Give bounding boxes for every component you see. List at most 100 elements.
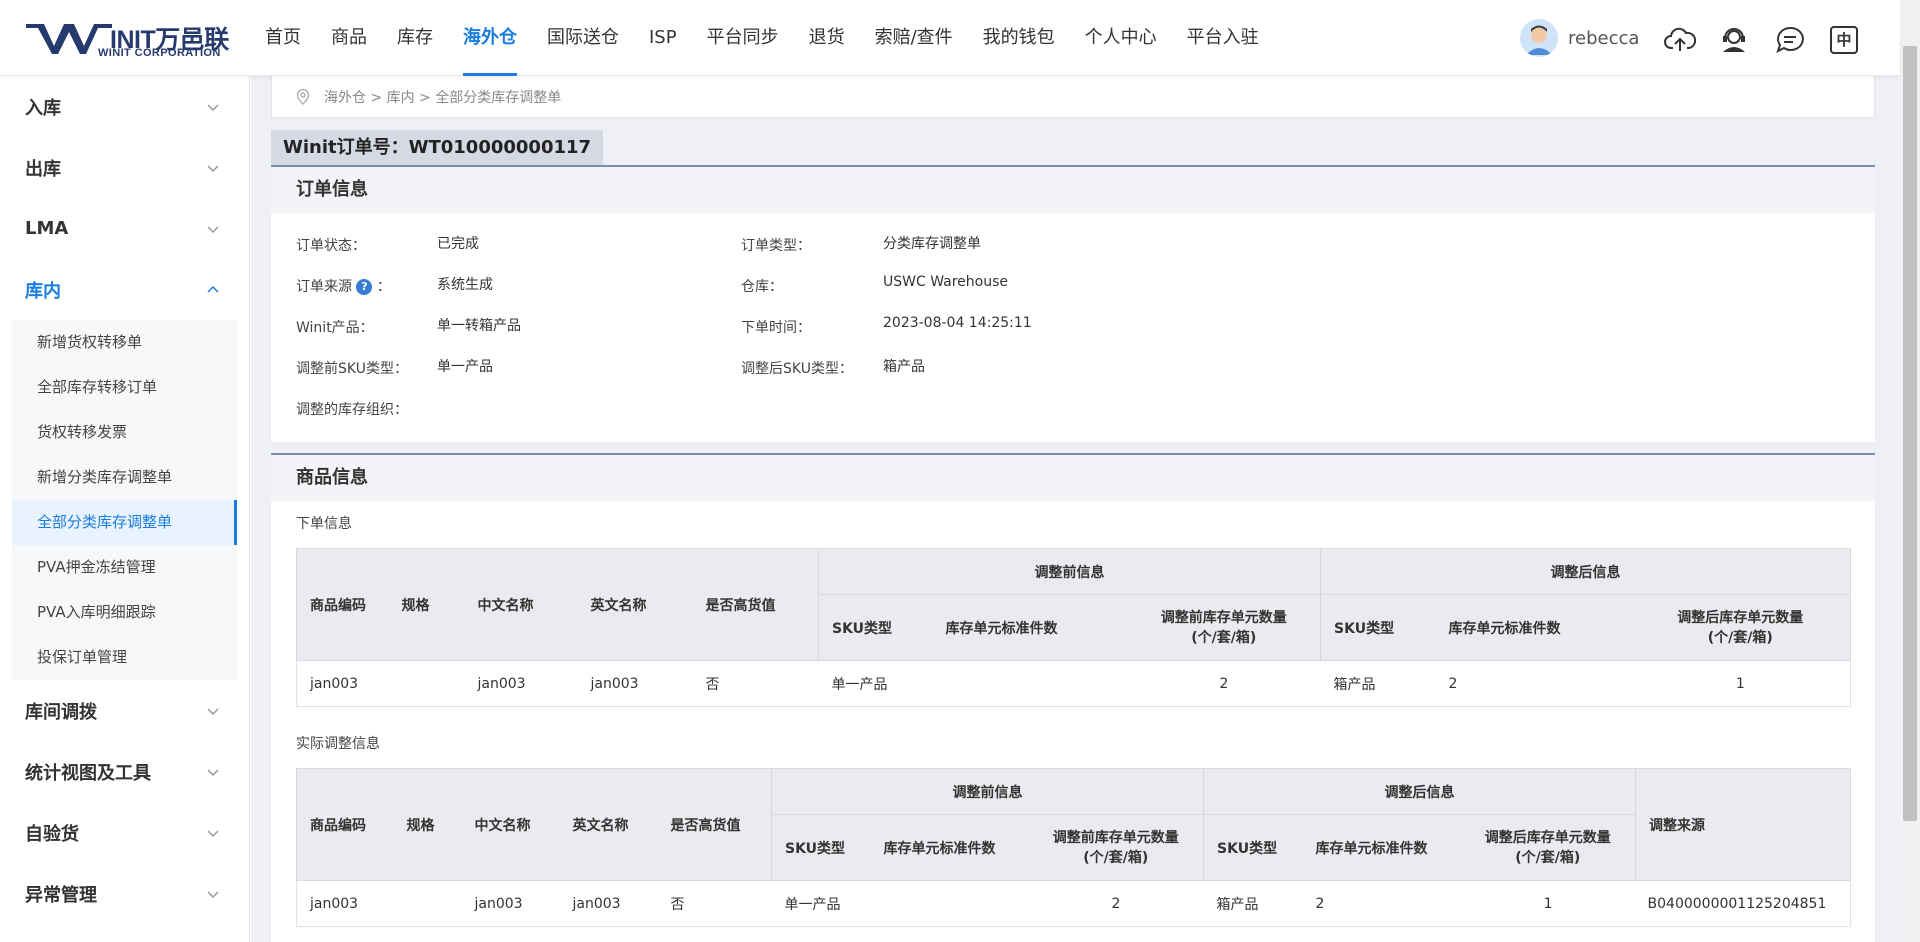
col-header-before-qty-text: 调整前库存单元数量 (1052, 829, 1179, 846)
sidebar-group[interactable]: 库间调拨 (0, 680, 249, 741)
sidebar-group[interactable]: 异常管理 (0, 863, 249, 924)
sidebar-group[interactable]: 自验货 (0, 802, 249, 863)
order-info-title: 订单信息 (271, 167, 1875, 213)
cell-high-value: 否 (657, 880, 772, 927)
cell-before-sku-type: 单一产品 (818, 660, 933, 707)
col-header-cn-name: 中文名称 (464, 548, 578, 661)
col-header-code: 商品编码 (296, 768, 394, 881)
sidebar-group-label: 库内 (25, 280, 61, 302)
order-source-colon: ： (376, 279, 391, 295)
sidebar-group[interactable]: 统计视图及工具 (0, 741, 249, 802)
inventory-org-label: 调整的库存组织： (296, 402, 408, 418)
group-header-after: 调整后信息 (1320, 548, 1852, 595)
nav-item[interactable]: 平台同步 (692, 0, 794, 76)
sidebar-group-label: 库间调拨 (25, 701, 97, 723)
winit-logo[interactable]: INIT万邑联 WINIT CORPORATION (24, 20, 229, 59)
cell-en-name: jan003 (559, 880, 658, 927)
order-time-label: 下单时间： (741, 320, 811, 336)
sidebar-item[interactable]: 新增货权转移单 (12, 320, 237, 365)
col-header-before-sku-type: SKU类型 (818, 594, 933, 661)
nav-item[interactable]: 海外仓 (448, 0, 532, 76)
col-header-en-name: 英文名称 (559, 768, 658, 881)
order-source-label-text: 订单来源 (296, 279, 352, 295)
cell-after-qty: 1 (1460, 880, 1636, 927)
cell-after-sku-type: 箱产品 (1320, 660, 1436, 707)
chevron-down-icon (207, 768, 219, 776)
table-row: jan003 jan003 jan003 否 单一产品 2 箱产品 2 1 (296, 660, 1852, 707)
sidebar-group[interactable]: 出库 (0, 137, 249, 198)
col-header-after-qty-unit: (个/套/箱) (1515, 849, 1581, 866)
nav-item[interactable]: 个人中心 (1070, 0, 1172, 76)
sidebar-group[interactable]: 入库 (0, 76, 249, 137)
nav-item[interactable]: 商品 (316, 0, 382, 76)
col-header-after-qty-text: 调整后库存单元数量 (1677, 609, 1804, 626)
cell-before-sku-type: 单一产品 (771, 880, 871, 927)
sidebar-item[interactable]: PVA押金冻结管理 (12, 545, 237, 590)
top-header: INIT万邑联 WINIT CORPORATION 首页 商品 库存 海外仓 国际送仓 I… (0, 0, 1900, 76)
nav-item[interactable]: 国际送仓 (532, 0, 634, 76)
sidebar-group[interactable]: 库内 (0, 259, 249, 320)
warehouse-value: USWC Warehouse (883, 274, 1009, 290)
col-header-after-qty-unit: (个/套/箱) (1707, 629, 1773, 646)
order-type-label: 订单类型： (741, 238, 811, 254)
location-pin-icon (296, 88, 310, 105)
sidebar-item[interactable]: 新增分类库存调整单 (12, 455, 237, 500)
col-header-spec: 规格 (393, 768, 462, 881)
actual-adjust-section-label: 实际调整信息 (296, 736, 380, 752)
group-header-before: 调整前信息 (770, 768, 1205, 815)
col-header-before-qty-text: 调整前库存单元数量 (1160, 609, 1287, 626)
col-header-cn-name: 中文名称 (461, 768, 560, 881)
help-question-icon[interactable]: ? (356, 279, 373, 295)
col-header-after-std-count: 库存单元标准件数 (1435, 594, 1631, 661)
avatar[interactable] (1520, 19, 1558, 57)
col-header-high-value: 是否高货值 (692, 548, 819, 661)
goods-info-panel: 商品信息 下单信息 商品编码 规格 中文名称 英文名称 是否高货值 调整前信息 … (271, 455, 1875, 942)
nav-item[interactable]: ISP (634, 0, 692, 76)
sidebar-group-label: 统计视图及工具 (25, 762, 151, 784)
nav-item[interactable]: 库存 (382, 0, 448, 76)
page-scrollbar-thumb[interactable] (1903, 46, 1917, 821)
sidebar-item[interactable]: PVA入库明细跟踪 (12, 590, 237, 635)
upload-cloud-icon[interactable] (1664, 24, 1696, 56)
nav-item[interactable]: 我的钱包 (968, 0, 1070, 76)
nav-item[interactable]: 索赔/查件 (860, 0, 968, 76)
order-source-value: 系统生成 (437, 277, 493, 293)
before-sku-type-label: 调整前SKU类型： (296, 361, 408, 377)
nav-item[interactable]: 平台入驻 (1172, 0, 1274, 76)
chevron-down-icon (207, 103, 219, 111)
sidebar-item[interactable]: 货权转移发票 (12, 410, 237, 455)
col-header-after-std-count: 库存单元标准件数 (1302, 814, 1461, 881)
col-header-code: 商品编码 (296, 548, 389, 661)
order-type-value: 分类库存调整单 (883, 236, 981, 252)
cell-after-qty: 1 (1630, 660, 1852, 707)
col-header-before-std-count: 库存单元标准件数 (932, 594, 1128, 661)
sidebar-item[interactable]: 全部分类库存调整单 (12, 500, 237, 545)
language-switch-button[interactable]: 中 (1830, 26, 1858, 54)
col-header-before-qty-unit: (个/套/箱) (1191, 629, 1257, 646)
order-number-tab[interactable]: Winit订单号：WT010000000117 (271, 130, 604, 165)
nav-item[interactable]: 退货 (794, 0, 860, 76)
username[interactable]: rebecca (1568, 28, 1639, 49)
nav-item[interactable]: 首页 (250, 0, 316, 76)
cell-before-qty: 2 (1127, 660, 1321, 707)
main-content: 海外仓 > 库内 > 全部分类库存调整单 Winit订单号：WT01000000… (251, 76, 1900, 942)
chevron-up-icon (207, 285, 219, 293)
logo-subtext: WINIT CORPORATION (98, 47, 221, 59)
cell-after-std-count: 2 (1302, 880, 1461, 927)
group-header-before: 调整前信息 (817, 548, 1322, 595)
order-status-label: 订单状态： (296, 238, 366, 254)
sidebar-item[interactable]: 全部库存转移订单 (12, 365, 237, 410)
col-header-after-sku-type: SKU类型 (1203, 814, 1303, 881)
col-header-source: 调整来源 (1635, 768, 1852, 881)
chevron-down-icon (207, 707, 219, 715)
cell-after-std-count: 2 (1435, 660, 1631, 707)
message-icon[interactable] (1774, 24, 1806, 56)
user-menu[interactable]: rebecca (1520, 18, 1639, 58)
cell-after-sku-type: 箱产品 (1203, 880, 1303, 927)
sidebar-item[interactable]: 投保订单管理 (12, 635, 237, 680)
chevron-down-icon (207, 164, 219, 172)
col-header-before-sku-type: SKU类型 (771, 814, 871, 881)
cell-en-name: jan003 (577, 660, 693, 707)
sidebar-group[interactable]: LMA (0, 198, 249, 259)
customer-service-icon[interactable] (1718, 24, 1750, 56)
